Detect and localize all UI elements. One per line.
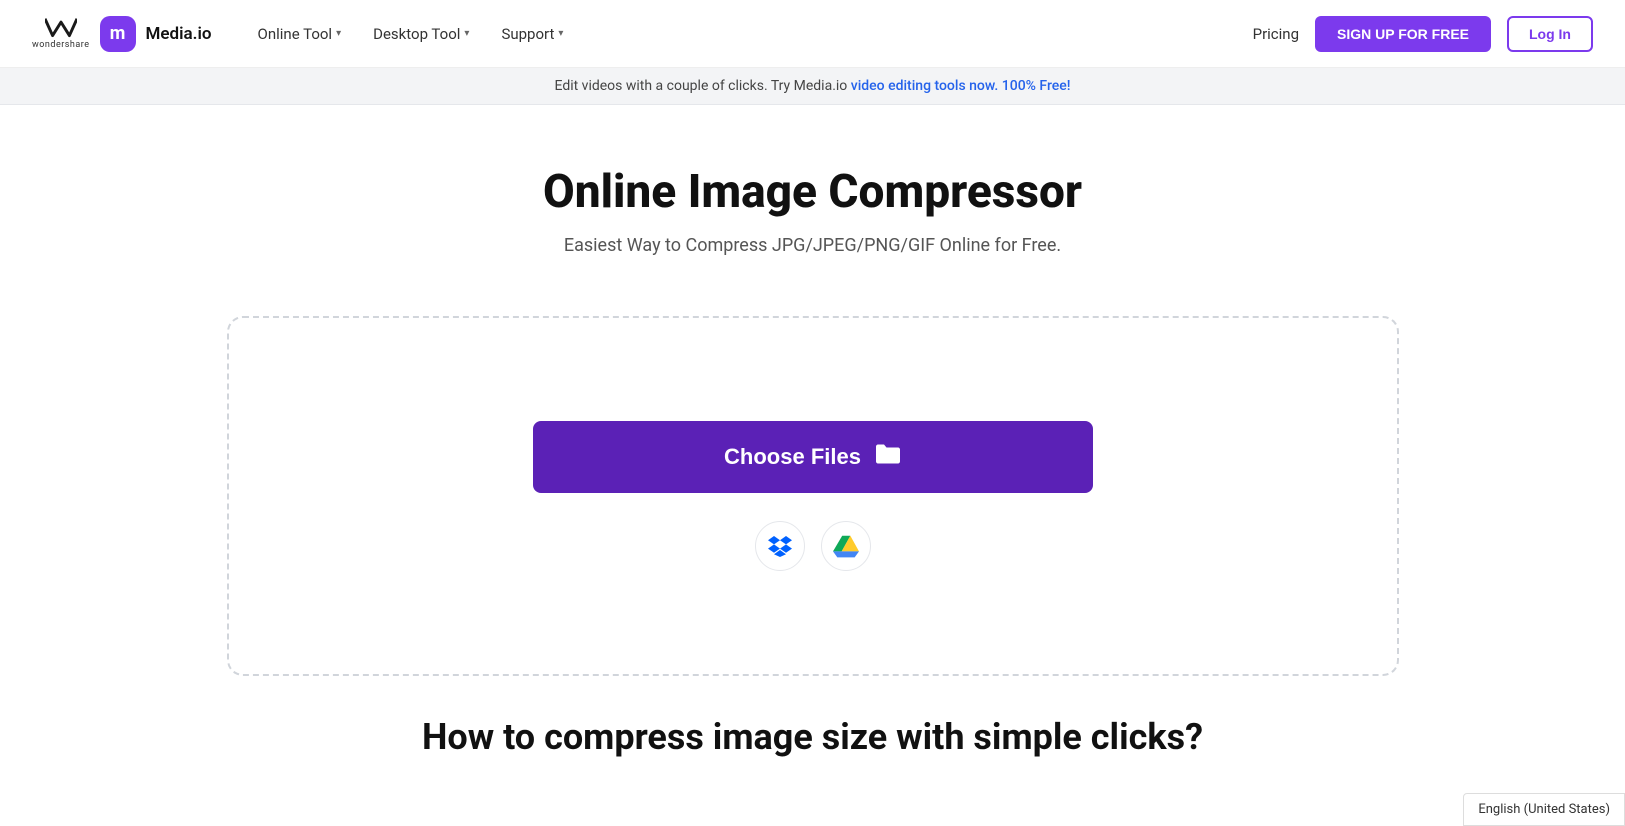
google-drive-button[interactable] (821, 521, 871, 571)
choose-files-label: Choose Files (724, 444, 861, 470)
promo-banner: Edit videos with a couple of clicks. Try… (0, 68, 1625, 105)
signup-button[interactable]: SIGN UP FOR FREE (1315, 16, 1491, 52)
cloud-storage-icons (755, 521, 871, 571)
upload-box: Choose Files (227, 316, 1399, 676)
banner-text: Edit videos with a couple of clicks. Try… (555, 78, 851, 94)
dropbox-icon (768, 535, 792, 557)
logo-link[interactable]: wondershare m Media.io (32, 16, 212, 52)
wondershare-logo: wondershare (32, 18, 90, 50)
upload-container: Choose Files (203, 316, 1423, 676)
nav-desktop-tool[interactable]: Desktop Tool ▾ (359, 17, 483, 51)
nav-links: Online Tool ▾ Desktop Tool ▾ Support ▾ (244, 17, 1253, 51)
choose-files-button[interactable]: Choose Files (533, 421, 1093, 493)
navbar: wondershare m Media.io Online Tool ▾ Des… (0, 0, 1625, 68)
chevron-down-icon: ▾ (464, 28, 469, 39)
nav-online-tool[interactable]: Online Tool ▾ (244, 17, 356, 51)
language-picker[interactable]: English (United States) (1463, 793, 1625, 826)
mediaio-icon: m (100, 16, 136, 52)
mediaio-name: Media.io (146, 24, 212, 44)
login-button[interactable]: Log In (1507, 16, 1593, 52)
folder-icon (875, 443, 901, 471)
chevron-down-icon: ▾ (558, 28, 563, 39)
wondershare-icon (45, 18, 77, 38)
how-to-section: How to compress image size with simple c… (0, 676, 1625, 758)
wondershare-label: wondershare (32, 40, 90, 50)
how-to-title: How to compress image size with simple c… (20, 716, 1605, 758)
hero-section: Online Image Compressor Easiest Way to C… (0, 105, 1625, 316)
pricing-link[interactable]: Pricing (1253, 25, 1299, 43)
google-drive-icon (833, 534, 859, 558)
page-title: Online Image Compressor (20, 165, 1605, 219)
dropbox-button[interactable] (755, 521, 805, 571)
language-label: English (United States) (1478, 802, 1610, 817)
chevron-down-icon: ▾ (336, 28, 341, 39)
nav-support[interactable]: Support ▾ (487, 17, 577, 51)
hero-subtitle: Easiest Way to Compress JPG/JPEG/PNG/GIF… (20, 235, 1605, 256)
nav-right: Pricing SIGN UP FOR FREE Log In (1253, 16, 1593, 52)
banner-link[interactable]: video editing tools now. 100% Free! (851, 78, 1071, 94)
